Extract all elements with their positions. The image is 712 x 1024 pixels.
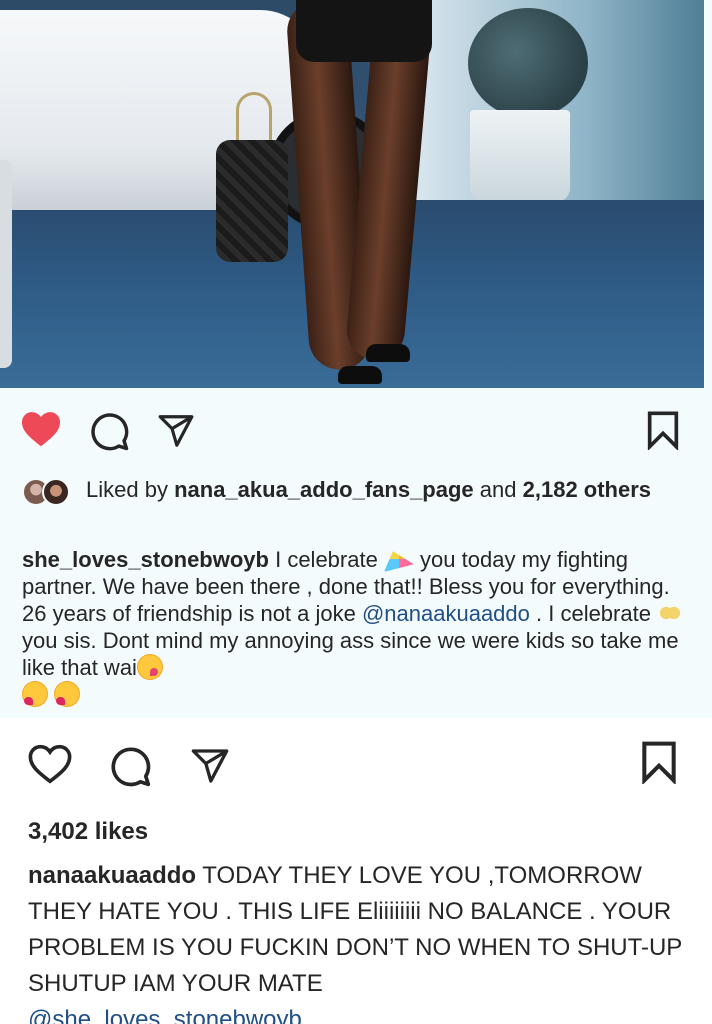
- post-2-like-count[interactable]: 3,402 likes: [28, 818, 148, 846]
- party-popper-emoji: [383, 551, 414, 572]
- heart-icon[interactable]: [20, 410, 62, 448]
- photo-plant-pot: [470, 110, 570, 202]
- caption-text: you sis. Dont mind my annoying ass since…: [22, 628, 679, 680]
- bookmark-icon[interactable]: [640, 740, 678, 784]
- caption-username[interactable]: nanaakuaaddo: [28, 862, 196, 889]
- comment-bubble-icon[interactable]: [88, 410, 130, 452]
- photo-plant: [468, 8, 588, 118]
- comment-bubble-icon[interactable]: [108, 744, 152, 788]
- liked-by-row: Liked by nana_akua_addo_fans_page and 2,…: [22, 476, 682, 508]
- photo-shorts: [296, 0, 432, 62]
- edge-strip: [0, 160, 12, 368]
- caption-text: . I celebrate: [529, 601, 658, 626]
- caption-mention[interactable]: @she_loves_stonebwoyb: [28, 1006, 302, 1024]
- liked-by-and: and: [479, 477, 517, 502]
- post-2-caption: nanaakuaaddo TODAY THEY LOVE YOU ,TOMORR…: [28, 858, 698, 1024]
- liker-avatars[interactable]: [22, 478, 78, 508]
- post-1: Liked by nana_akua_addo_fans_page and 2,…: [0, 0, 712, 718]
- liked-by-text: Liked by nana_akua_addo_fans_page and 2,…: [86, 476, 651, 508]
- kiss-face-emoji: [54, 681, 81, 707]
- post-1-action-bar: [0, 406, 712, 456]
- caption-mention[interactable]: @nanaakuaaddo: [362, 601, 530, 626]
- photo-shoe-right: [366, 344, 410, 362]
- heart-icon[interactable]: [28, 744, 72, 784]
- post-1-caption: she_loves_stonebwoyb I celebrate you tod…: [22, 546, 692, 708]
- photo-shoe-left: [338, 366, 382, 384]
- winking-tongue-emoji: [136, 654, 163, 680]
- caption-username[interactable]: she_loves_stonebwoyb: [22, 547, 269, 572]
- liked-by-prefix: Liked by: [86, 477, 168, 502]
- post-photo[interactable]: [0, 0, 704, 388]
- liked-by-username[interactable]: nana_akua_addo_fans_page: [174, 477, 474, 502]
- avatar: [42, 478, 70, 506]
- post-2-action-bar: [0, 738, 712, 788]
- bookmark-icon[interactable]: [646, 410, 680, 450]
- caption-text: I celebrate: [268, 547, 384, 572]
- photo-handbag: [216, 140, 288, 262]
- paper-plane-icon[interactable]: [188, 746, 232, 786]
- kiss-face-emoji: [22, 681, 48, 707]
- clinking-glasses-emoji: [657, 600, 684, 626]
- liked-by-others[interactable]: 2,182 others: [523, 477, 651, 502]
- paper-plane-icon[interactable]: [156, 412, 196, 450]
